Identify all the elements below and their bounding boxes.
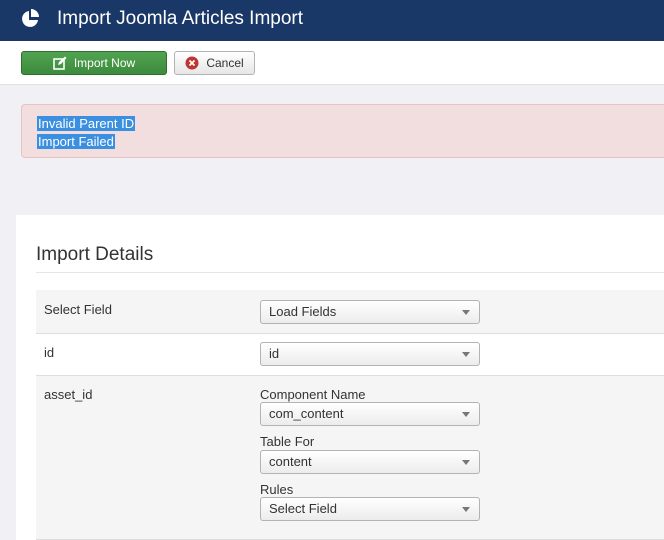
selected-value: id — [269, 346, 280, 361]
import-details-panel: Import Details Select Field Load Fields … — [16, 215, 664, 540]
select-field-dropdown[interactable]: Load Fields — [260, 300, 480, 324]
component-name-label: Component Name — [260, 387, 366, 402]
app-header: Import Joomla Articles Import — [0, 0, 664, 41]
table-for-label: Table For — [260, 434, 315, 449]
error-alert: Invalid Parent ID Import Failed — [21, 104, 664, 158]
joomla-pie-icon — [22, 9, 39, 27]
table-row: asset_id Component Name com_content Tabl… — [36, 376, 664, 540]
alert-message: Import Failed — [37, 134, 115, 149]
import-now-button[interactable]: Import Now — [21, 51, 167, 75]
cancel-label: Cancel — [206, 56, 244, 70]
divider — [36, 272, 664, 273]
dropdown-arrow-icon — [462, 507, 470, 512]
alert-message: Invalid Parent ID — [37, 116, 136, 131]
row-label: id — [44, 345, 55, 360]
table-row: id id — [36, 334, 664, 376]
cancel-button[interactable]: Cancel — [174, 51, 255, 75]
selected-value: content — [269, 454, 312, 469]
selected-value: Load Fields — [269, 304, 337, 319]
cancel-circle-icon — [185, 56, 199, 70]
rules-dropdown[interactable]: Select Field — [260, 497, 480, 521]
row-label: asset_id — [44, 387, 93, 402]
edit-icon — [53, 56, 67, 70]
table-row: Select Field Load Fields — [36, 290, 664, 334]
component-name-dropdown[interactable]: com_content — [260, 402, 480, 426]
id-dropdown[interactable]: id — [260, 342, 480, 366]
dropdown-arrow-icon — [462, 310, 470, 315]
row-label: Select Field — [44, 302, 112, 317]
dropdown-arrow-icon — [462, 412, 470, 417]
dropdown-arrow-icon — [462, 352, 470, 357]
section-heading: Import Details — [36, 244, 154, 265]
dropdown-arrow-icon — [462, 460, 470, 465]
selected-value: Select Field — [269, 501, 337, 516]
toolbar: Import Now Cancel — [0, 41, 664, 85]
page-title: Import Joomla Articles Import — [57, 8, 304, 29]
rules-label: Rules — [260, 482, 294, 497]
table-for-dropdown[interactable]: content — [260, 450, 480, 474]
selected-value: com_content — [269, 406, 344, 421]
import-now-label: Import Now — [73, 56, 136, 70]
